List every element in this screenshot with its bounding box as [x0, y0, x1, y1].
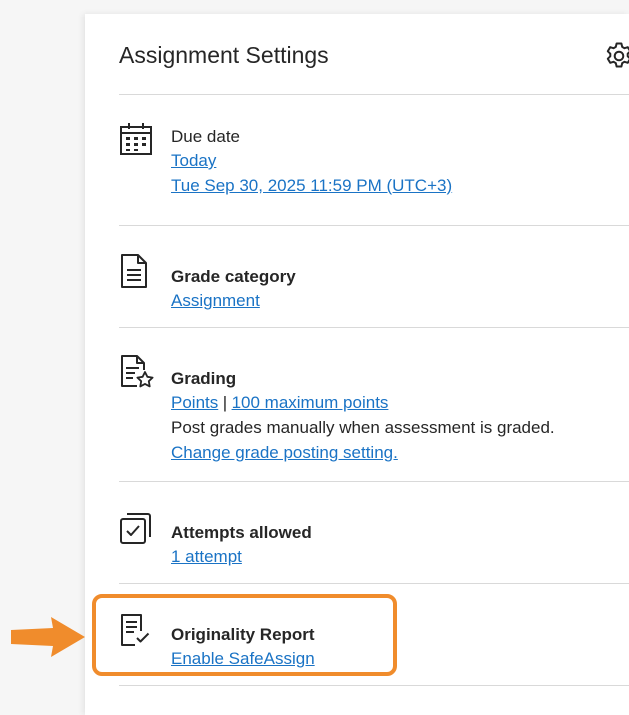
grade-category-body: Grade category Assignment	[171, 266, 296, 313]
originality-section: Originality Report Enable SafeAssign	[119, 584, 629, 686]
grading-star-icon	[121, 355, 154, 388]
grading-max-points-link[interactable]: 100 maximum points	[232, 390, 389, 415]
due-date-label: Due date	[171, 127, 240, 146]
grading-label: Grading	[171, 369, 237, 388]
grade-category-label: Grade category	[171, 267, 296, 286]
enable-safeassign-link[interactable]: Enable SafeAssign	[171, 646, 315, 671]
calendar-icon	[120, 123, 152, 155]
attempts-section: Attempts allowed 1 attempt	[119, 482, 629, 584]
panel-header: Assignment Settings	[119, 14, 629, 95]
grading-body: Grading Points | 100 maximum points Post…	[171, 368, 571, 465]
gear-icon[interactable]	[603, 40, 629, 72]
attempts-checkbox-icon	[120, 513, 151, 544]
grading-section: Grading Points | 100 maximum points Post…	[119, 328, 629, 482]
due-date-section: Due date Today Tue Sep 30, 2025 11:59 PM…	[119, 95, 629, 226]
due-date-datetime-link[interactable]: Tue Sep 30, 2025 11:59 PM (UTC+3)	[171, 173, 452, 198]
assignment-settings-panel: Assignment Settings Due date Today Tue S…	[85, 14, 629, 715]
document-icon	[121, 254, 147, 288]
due-date-today-link[interactable]: Today	[171, 148, 216, 173]
report-check-icon	[121, 614, 150, 646]
due-date-body: Due date Today Tue Sep 30, 2025 11:59 PM…	[171, 126, 452, 198]
change-grade-posting-link[interactable]: Change grade posting setting.	[171, 440, 398, 465]
grading-points-link[interactable]: Points	[171, 390, 218, 415]
originality-body: Originality Report Enable SafeAssign	[171, 624, 315, 671]
attempts-link[interactable]: 1 attempt	[171, 544, 242, 569]
grade-category-section: Grade category Assignment	[119, 226, 629, 328]
grading-posting-text: Post grades manually when assessment is …	[171, 418, 555, 437]
panel-title: Assignment Settings	[119, 42, 329, 68]
pointer-arrow-icon	[11, 617, 85, 657]
grading-separator: |	[222, 393, 228, 412]
attempts-label: Attempts allowed	[171, 523, 312, 542]
attempts-body: Attempts allowed 1 attempt	[171, 522, 312, 569]
grade-category-link[interactable]: Assignment	[171, 288, 260, 313]
originality-label: Originality Report	[171, 625, 315, 644]
